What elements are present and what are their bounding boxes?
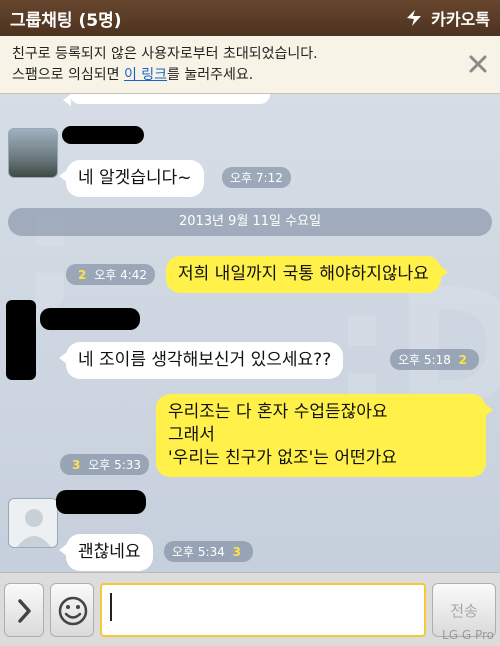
avatar[interactable] — [8, 128, 58, 178]
redacted-sender-name — [62, 126, 144, 144]
avatar[interactable] — [8, 498, 58, 548]
message-time: 오후 5:34 — [172, 545, 225, 559]
message-line: 그래서 — [168, 425, 215, 445]
message-time: 오후 7:12 — [230, 171, 283, 185]
message-bubble-cut — [63, 94, 270, 106]
chevron-right-icon — [18, 599, 31, 623]
date-divider: 2013년 9월 11일 수요일 — [8, 208, 492, 236]
message-bubble[interactable]: 괜찮네요 — [59, 534, 153, 571]
more-button[interactable] — [4, 583, 44, 637]
notice-line-1: 친구로 등록되지 않은 사용자로부터 초대되었습니다. — [12, 46, 318, 62]
message-time: 오후 4:42 — [94, 268, 148, 282]
message-time: 오후 5:33 — [88, 458, 142, 472]
notice-text-pre: 스팸으로 의심되면 — [12, 67, 124, 83]
redacted-sender-name — [56, 490, 146, 514]
message-bubble[interactable]: 저희 내일까지 국통 해야하지않나요 — [166, 256, 448, 293]
redacted-avatar — [6, 300, 36, 380]
chat-room-title: 그룹채팅 (5명) — [10, 10, 122, 31]
notice-text-post: 를 눌러주세요. — [167, 67, 254, 83]
message-input[interactable] — [100, 583, 426, 637]
app-brand: 카카오톡 — [403, 6, 490, 30]
message-meta: 3 오후 5:33 — [60, 454, 150, 475]
message-time: 오후 5:18 — [398, 353, 451, 367]
close-icon[interactable] — [468, 54, 488, 74]
redacted-sender-name — [40, 308, 140, 330]
message-meta: 오후 7:12 — [222, 167, 291, 188]
input-bar: 전송 LG G Pro — [0, 572, 500, 646]
unread-count: 2 — [78, 268, 87, 282]
message-line: 우리조는 다 혼자 수업듣잖아요 — [168, 402, 388, 422]
kakaotalk-logo-icon — [407, 10, 422, 26]
unread-count: 3 — [232, 545, 242, 559]
title-bar: 그룹채팅 (5명) 카카오톡 — [0, 0, 500, 36]
message-bubble[interactable]: 우리조는 다 혼자 수업듣잖아요 그래서 '우리는 친구가 없조'는 어떤가요 — [156, 394, 493, 477]
brand-label: 카카오톡 — [431, 10, 490, 29]
notice-line-2: 스팸으로 의심되면 이 링크를 눌러주세요. — [12, 65, 488, 86]
message-meta: 오후 5:34 3 — [164, 541, 254, 562]
message-bubble[interactable]: 네 조이름 생각해보신거 있으세요?? — [58, 342, 344, 379]
smiley-icon — [58, 596, 88, 626]
report-link[interactable]: 이 링크 — [124, 67, 167, 83]
device-watermark: LG G Pro — [442, 628, 494, 642]
message-line: '우리는 친구가 없조'는 어떤가요 — [168, 448, 397, 468]
chat-area[interactable]: ; ;D 네 알겟습니다~ 오후 7:12 2013년 9월 11일 수요일 2… — [0, 94, 500, 572]
message-meta: 오후 5:18 2 — [390, 349, 480, 370]
spam-notice: 친구로 등록되지 않은 사용자로부터 초대되었습니다. 스팸으로 의심되면 이 … — [0, 36, 500, 94]
default-user-icon — [17, 509, 51, 547]
message-bubble[interactable]: 네 알겟습니다~ — [59, 160, 204, 197]
unread-count: 2 — [458, 353, 468, 367]
unread-count: 3 — [72, 458, 81, 472]
text-caret — [110, 593, 112, 621]
emoticon-button[interactable] — [50, 583, 94, 637]
message-meta: 2 오후 4:42 — [66, 264, 156, 285]
